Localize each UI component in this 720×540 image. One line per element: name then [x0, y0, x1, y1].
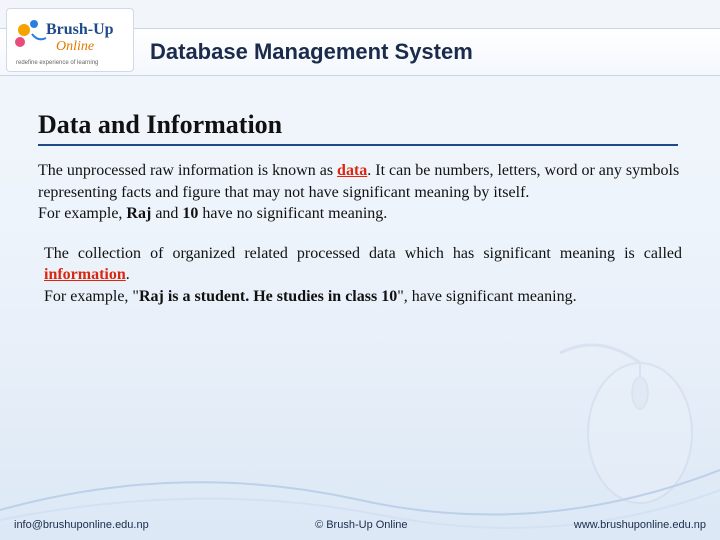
logo-icon: Brush-Up Online redefine experience of l…: [10, 12, 130, 68]
text: For example,: [38, 205, 126, 222]
slide: Brush-Up Online redefine experience of l…: [0, 0, 720, 540]
text: For example, ": [44, 288, 139, 305]
brand-logo: Brush-Up Online redefine experience of l…: [6, 8, 134, 72]
example-bold: Raj: [126, 205, 151, 222]
svg-text:redefine experience of learnin: redefine experience of learning: [16, 60, 98, 66]
content-area: Data and Information The unprocessed raw…: [38, 110, 682, 326]
paragraph-data: The unprocessed raw information is known…: [38, 160, 682, 225]
footer-copyright: © Brush-Up Online: [315, 519, 407, 531]
paragraph-information: The collection of organized related proc…: [38, 243, 682, 308]
text: The unprocessed raw information is known…: [38, 162, 337, 179]
svg-text:Brush-Up: Brush-Up: [46, 21, 114, 38]
text: and: [151, 205, 182, 222]
example-bold: 10: [182, 205, 198, 222]
svg-text:Online: Online: [56, 39, 94, 54]
section-heading: Data and Information: [38, 110, 678, 146]
mouse-decoration-icon: [540, 338, 710, 508]
text: ", have significant meaning.: [397, 288, 576, 305]
keyword-information: information: [44, 266, 126, 283]
footer: info@brushuponline.edu.np © Brush-Up Onl…: [0, 510, 720, 540]
footer-email: info@brushuponline.edu.np: [14, 519, 149, 531]
footer-website: www.brushuponline.edu.np: [574, 519, 706, 531]
text: The collection of organized related proc…: [44, 245, 682, 262]
text: have no significant meaning.: [198, 205, 387, 222]
slide-title: Database Management System: [150, 39, 473, 65]
text: .: [126, 266, 130, 283]
example-bold: Raj is a student. He studies in class 10: [139, 288, 397, 305]
keyword-data: data: [337, 162, 367, 179]
